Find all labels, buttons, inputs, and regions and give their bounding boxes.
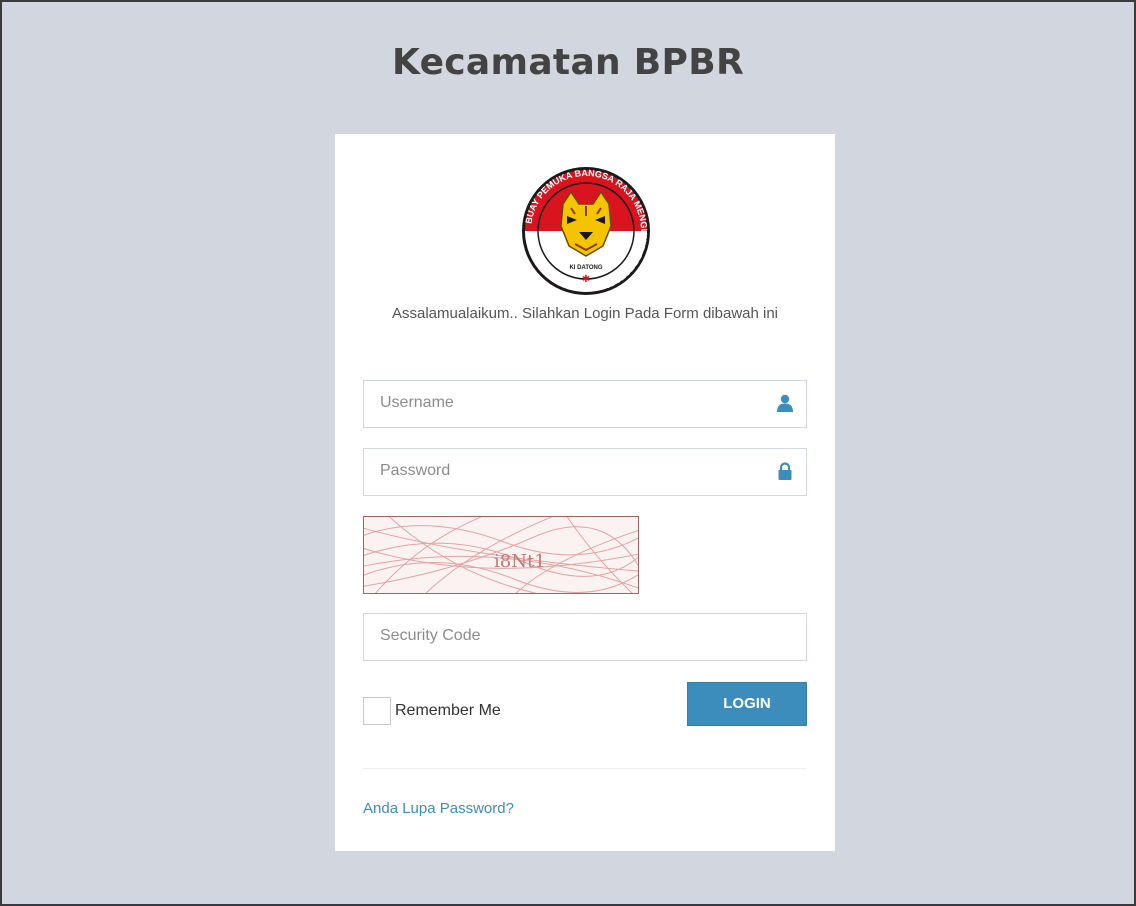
username-field bbox=[363, 380, 807, 428]
logo-center-text: KI DATONG bbox=[569, 265, 602, 271]
forgot-password-link[interactable]: Anda Lupa Password? bbox=[363, 800, 514, 817]
password-field bbox=[363, 448, 807, 496]
remember-me-checkbox[interactable] bbox=[363, 697, 391, 725]
username-input[interactable] bbox=[364, 381, 760, 425]
remember-me-label: Remember Me bbox=[395, 702, 501, 719]
captcha-image: i8Nt1 bbox=[363, 516, 639, 594]
security-code-field bbox=[363, 613, 807, 661]
remember-me: Remember Me bbox=[363, 696, 501, 726]
password-input[interactable] bbox=[364, 449, 760, 493]
page-title: Kecamatan BPBR bbox=[392, 42, 744, 83]
svg-text:✱: ✱ bbox=[582, 274, 590, 285]
lock-icon bbox=[778, 462, 792, 480]
login-box: BUAY PEMUKA BANGSA RAJA MENGUKIR PRESTAS… bbox=[335, 134, 835, 851]
user-icon bbox=[777, 394, 793, 412]
organization-logo: BUAY PEMUKA BANGSA RAJA MENGUKIR PRESTAS… bbox=[515, 164, 657, 298]
security-code-input[interactable] bbox=[364, 614, 760, 658]
captcha-text: i8Nt1 bbox=[494, 551, 546, 572]
divider bbox=[363, 768, 807, 769]
welcome-message: Assalamualaikum.. Silahkan Login Pada Fo… bbox=[391, 305, 779, 322]
login-button[interactable]: LOGIN bbox=[687, 682, 807, 726]
